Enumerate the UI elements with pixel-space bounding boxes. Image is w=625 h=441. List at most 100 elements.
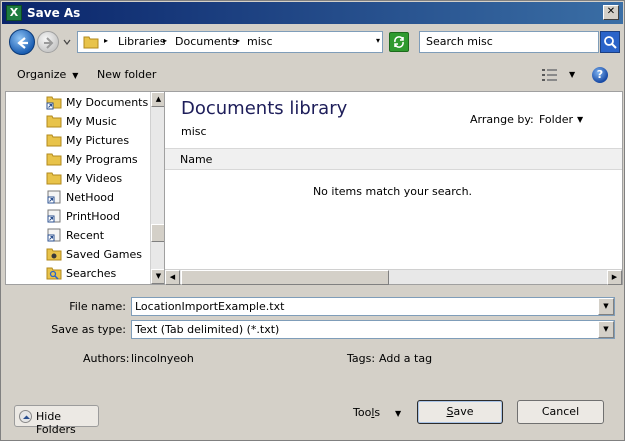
nav-item-my-documents[interactable]: My Documents [46,93,149,112]
tags-label: Tags: [347,352,376,365]
tools-dropdown-icon[interactable]: ▼ [395,409,401,418]
organize-dropdown-icon: ▼ [72,71,79,80]
shortcut-folder-icon [46,96,62,110]
column-header-name[interactable]: Name [165,148,622,170]
refresh-button[interactable] [389,32,409,52]
shortcut-icon [47,228,61,242]
shortcut-icon [47,209,61,223]
close-button[interactable]: ✕ [603,5,619,20]
nav-item-nethood[interactable]: NetHood [46,188,146,207]
nav-item-label: Searches [66,267,117,280]
forward-button[interactable] [37,31,59,53]
save-as-dialog: X Save As ✕ ▸ Libraries ▸ Documents ▸ mi… [0,0,625,441]
nav-vertical-scrollbar[interactable]: ▲ ▼ [150,92,164,284]
file-name-label: File name: [69,300,126,313]
scroll-left-icon[interactable]: ◀ [165,270,180,285]
folder-icon [46,115,62,128]
nav-item-label: My Videos [66,172,123,185]
views-dropdown-icon[interactable]: ▼ [569,70,575,79]
file-name-value: LocationImportExample.txt [135,300,285,313]
file-name-dropdown-icon[interactable]: ▼ [598,298,614,315]
folder-icon [46,172,62,185]
address-dropdown-icon[interactable]: ▾ [376,36,380,45]
arrange-by-label: Arrange by: [470,113,534,126]
cancel-button[interactable]: Cancel [517,400,604,424]
arrange-by-value[interactable]: Folder [539,113,573,126]
hide-folders-button[interactable]: Hide Folders [14,405,99,436]
scroll-down-icon[interactable]: ▼ [151,269,164,284]
history-dropdown-icon[interactable] [63,38,71,46]
breadcrumb-separator[interactable]: ▸ [104,36,108,45]
address-bar[interactable]: ▸ Libraries ▸ Documents ▸ misc ▾ [77,31,383,53]
empty-message: No items match your search. [312,185,473,198]
breadcrumb-misc[interactable]: misc [247,35,273,48]
save-type-label: Save as type: [51,323,126,336]
file-name-field[interactable]: LocationImportExample.txt ▼ [131,297,615,316]
breadcrumb-libraries[interactable]: Libraries [118,35,166,48]
folder-icon [46,134,62,147]
nav-item-printhood[interactable]: PrintHood [46,207,146,226]
nav-item-recent[interactable]: Recent [46,226,146,245]
horizontal-scrollbar[interactable]: ◀ ▶ [165,269,622,285]
arrange-dropdown-icon[interactable]: ▼ [577,115,583,124]
library-subtitle: misc [181,125,207,138]
address-row: ▸ Libraries ▸ Documents ▸ misc ▾ Search … [5,27,622,57]
breadcrumb-separator[interactable]: ▸ [236,36,240,45]
title-bar[interactable]: X Save As ✕ [2,2,623,24]
search-icon [604,36,617,49]
saved-games-icon [46,248,62,261]
nav-item-label: My Music [66,115,117,128]
views-icon[interactable] [542,69,558,81]
tools-button[interactable]: Tools [353,406,380,419]
save-button[interactable]: Save [417,400,503,424]
nav-item-label: Recent [66,229,105,242]
nav-item-my-programs[interactable]: My Programs [46,150,146,169]
save-type-select[interactable]: Text (Tab delimited) (*.txt) ▼ [131,320,615,339]
scroll-thumb[interactable] [151,224,164,242]
new-folder-button[interactable]: New folder [97,68,156,81]
save-type-dropdown-icon[interactable]: ▼ [598,321,614,338]
search-input[interactable]: Search misc [419,31,599,53]
folder-icon [83,36,99,49]
help-icon[interactable]: ? [592,67,608,83]
window-title: Save As [27,6,81,20]
organize-button[interactable]: Organize ▼ [17,68,78,81]
nav-item-label: Saved Games [66,248,142,261]
back-button[interactable] [9,29,35,55]
nav-item-label: My Programs [66,153,138,166]
nav-item-my-music[interactable]: My Music [46,112,146,131]
scroll-thumb[interactable] [181,270,389,285]
nav-item-label: My Documents [66,96,149,109]
folder-icon [46,153,62,166]
nav-item-searches[interactable]: Searches [46,264,146,283]
back-arrow-icon [17,37,28,49]
shortcut-icon [47,190,61,204]
nav-item-label: My Pictures [66,134,130,147]
library-title: Documents library [181,98,348,119]
save-type-value: Text (Tab delimited) (*.txt) [135,323,280,336]
breadcrumb-documents[interactable]: Documents [175,35,238,48]
tags-value[interactable]: Add a tag [379,352,432,365]
nav-item-my-pictures[interactable]: My Pictures [46,131,146,150]
chevron-up-icon [19,410,32,423]
authors-label: Authors: [83,352,130,365]
nav-item-saved-games[interactable]: Saved Games [46,245,146,264]
hide-folders-label: Hide Folders [36,410,76,436]
command-toolbar: Organize ▼ New folder ▼ ? [2,61,623,89]
organize-label: Organize [17,68,67,81]
scroll-right-icon[interactable]: ▶ [607,270,622,285]
search-button[interactable] [600,31,620,53]
navigation-pane: My Documents My Music My Pictures My Progra… [5,91,165,285]
nav-item-my-videos[interactable]: My Videos [46,169,146,188]
file-list-pane: Documents library misc Arrange by: Folde… [165,91,623,285]
nav-item-label: PrintHood [66,210,121,223]
forward-arrow-icon [44,37,54,49]
authors-value[interactable]: lincolnyeoh [131,352,194,365]
searches-icon [46,267,62,280]
refresh-icon [394,36,404,48]
excel-app-icon: X [6,5,22,21]
nav-item-label: NetHood [66,191,115,204]
column-header-label: Name [180,153,213,166]
breadcrumb-separator[interactable]: ▸ [163,36,167,45]
scroll-up-icon[interactable]: ▲ [151,92,164,107]
